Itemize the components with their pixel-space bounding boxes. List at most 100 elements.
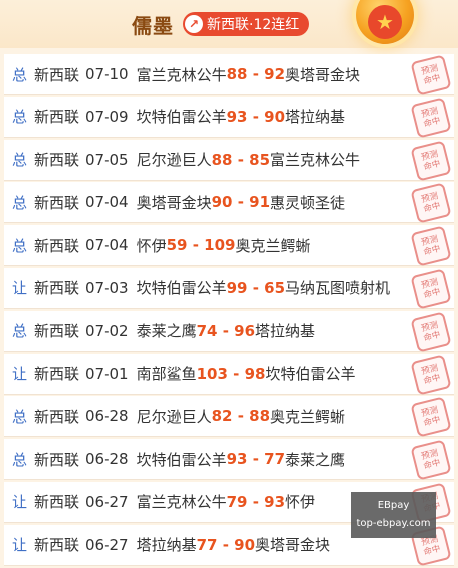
- match-date: 07-03: [85, 278, 129, 297]
- league-name: 新西联: [34, 193, 80, 212]
- prediction-row[interactable]: 总新西联 07-10 富兰克林公牛 88 - 92 奥塔哥金块 预测 命中: [4, 54, 454, 96]
- away-team: 奥塔哥金块: [285, 65, 361, 84]
- league-name: 新西联: [34, 450, 80, 469]
- match-date: 06-28: [85, 450, 129, 469]
- league-name: 新西联: [34, 493, 80, 512]
- match-date: 06-28: [85, 407, 129, 426]
- home-team: 塔拉纳基: [136, 536, 197, 555]
- away-team: 塔拉纳基: [255, 322, 316, 341]
- league-name: 新西联: [34, 65, 80, 84]
- bet-type-tag: 让: [12, 279, 28, 298]
- home-team: 奥塔哥金块: [136, 193, 212, 212]
- prediction-hit-stamp: 预测命中: [410, 396, 452, 438]
- match-date: 07-04: [85, 193, 129, 212]
- home-team: 尼尔逊巨人: [136, 151, 212, 170]
- prediction-row[interactable]: 让新西联 07-03 坎特伯雷公羊 99 - 65 马纳瓦图喷射机 预测 命中: [4, 267, 454, 310]
- prediction-hit-stamp: 预测命中: [410, 225, 452, 267]
- home-team: 坎特伯雷公羊: [136, 279, 227, 298]
- home-team: 怀伊: [136, 236, 167, 255]
- bet-type-tag: 总: [12, 450, 28, 469]
- match-date: 07-09: [85, 107, 129, 126]
- away-team: 惠灵顿圣徒: [270, 193, 346, 212]
- match-date: 06-27: [85, 492, 129, 511]
- streak-badge: ↗ 新西联·12连红: [183, 12, 310, 36]
- prediction-row[interactable]: 总新西联 06-28 坎特伯雷公羊 93 - 77 泰莱之鹰 预测 命中: [4, 439, 454, 481]
- match-score: 79 - 93: [226, 492, 286, 511]
- match-score: 90 - 91: [211, 193, 271, 212]
- prediction-row[interactable]: 总新西联 07-04 怀伊 59 - 109 奥克兰鳄蜥 预测 命中: [4, 225, 454, 267]
- prediction-hit-stamp: 预测命中: [410, 182, 452, 224]
- bet-type-tag: 让: [12, 493, 28, 512]
- prediction-row[interactable]: 总新西联 06-28 尼尔逊巨人 82 - 88 奥克兰鳄蜥 预测 命中: [4, 396, 454, 438]
- watermark-line2: top-ebpay.com: [356, 518, 431, 529]
- bet-type-tag: 总: [12, 407, 28, 426]
- bet-type-tag: 总: [12, 108, 28, 127]
- prediction-row[interactable]: 总新西联 07-02 泰莱之鹰 74 - 96 塔拉纳基 预测 命中: [4, 310, 454, 353]
- away-team: 奥塔哥金块: [255, 536, 331, 555]
- away-team: 塔拉纳基: [285, 108, 346, 127]
- match-date: 07-05: [85, 150, 129, 169]
- prediction-hit-stamp: 预测命中: [410, 439, 452, 481]
- star-icon: ★: [368, 5, 402, 39]
- watermark-line1: EBpay: [377, 500, 410, 511]
- prediction-hit-stamp: 预测命中: [410, 353, 452, 396]
- away-team: 奥克兰鳄蜥: [270, 407, 346, 426]
- home-team: 富兰克林公牛: [136, 65, 227, 84]
- home-team: 坎特伯雷公羊: [136, 450, 227, 469]
- match-date: 07-01: [85, 364, 129, 383]
- prediction-row[interactable]: 总新西联 07-09 坎特伯雷公羊 93 - 90 塔拉纳基 预测 命中: [4, 96, 454, 139]
- prediction-hit-stamp: 预测命中: [410, 268, 452, 310]
- streak-label: 新西联·12连红: [207, 17, 300, 33]
- away-team: 马纳瓦图喷射机: [285, 279, 391, 298]
- match-date: 07-04: [85, 236, 129, 255]
- prediction-row[interactable]: 总新西联 07-05 尼尔逊巨人 88 - 85 富兰克林公牛 预测 命中: [4, 139, 454, 182]
- home-team: 坎特伯雷公羊: [136, 108, 227, 127]
- league-name: 新西联: [34, 322, 80, 341]
- prediction-row[interactable]: 让新西联 07-01 南部鲨鱼 103 - 98 坎特伯雷公羊 预测 命中: [4, 353, 454, 396]
- league-name: 新西联: [34, 365, 80, 384]
- gold-star-medal-icon: ★: [356, 0, 414, 44]
- bet-type-tag: 总: [12, 193, 28, 212]
- upward-arrow-icon: ↗: [185, 15, 203, 33]
- league-name: 新西联: [34, 279, 80, 298]
- match-date: 06-27: [85, 535, 129, 554]
- league-name: 新西联: [34, 151, 80, 170]
- home-team: 富兰克林公牛: [136, 493, 227, 512]
- prediction-hit-stamp: 预测命中: [410, 311, 452, 353]
- bet-type-tag: 总: [12, 322, 28, 341]
- match-score: 88 - 85: [211, 150, 271, 169]
- match-score: 93 - 77: [226, 450, 286, 469]
- match-date: 07-02: [85, 321, 129, 340]
- match-score: 103 - 98: [196, 364, 266, 383]
- match-score: 82 - 88: [211, 407, 271, 426]
- watermark: EBpay top-ebpay.com: [351, 492, 436, 538]
- away-team: 坎特伯雷公羊: [265, 365, 356, 384]
- prediction-hit-stamp: 预测命中: [410, 54, 452, 96]
- bet-type-tag: 让: [12, 536, 28, 555]
- bet-type-tag: 总: [12, 65, 28, 84]
- match-score: 74 - 96: [196, 321, 256, 340]
- prediction-row[interactable]: 总新西联 07-04 奥塔哥金块 90 - 91 惠灵顿圣徒 预测 命中: [4, 182, 454, 224]
- prediction-hit-stamp: 预测命中: [410, 139, 452, 182]
- league-name: 新西联: [34, 236, 80, 255]
- match-score: 99 - 65: [226, 278, 286, 297]
- away-team: 泰莱之鹰: [285, 450, 346, 469]
- home-team: 南部鲨鱼: [136, 365, 197, 384]
- home-team: 尼尔逊巨人: [136, 407, 212, 426]
- match-date: 07-10: [85, 65, 129, 83]
- away-team: 奥克兰鳄蜥: [235, 236, 311, 255]
- away-team: 怀伊: [285, 493, 316, 512]
- bet-type-tag: 总: [12, 151, 28, 170]
- league-name: 新西联: [34, 536, 80, 555]
- match-score: 59 - 109: [166, 236, 236, 255]
- league-name: 新西联: [34, 108, 80, 127]
- header-bar: 儒墨 ↗ 新西联·12连红 ★: [0, 0, 458, 48]
- author-name: 儒墨: [132, 14, 174, 38]
- match-score: 77 - 90: [196, 535, 256, 554]
- match-score: 88 - 92: [226, 65, 286, 83]
- bet-type-tag: 让: [12, 365, 28, 384]
- prediction-hit-stamp: 预测命中: [410, 97, 452, 139]
- prediction-list: 总新西联 07-10 富兰克林公牛 88 - 92 奥塔哥金块 预测 命中总新西联 07-09…: [0, 54, 458, 568]
- bet-type-tag: 总: [12, 236, 28, 255]
- away-team: 富兰克林公牛: [270, 151, 361, 170]
